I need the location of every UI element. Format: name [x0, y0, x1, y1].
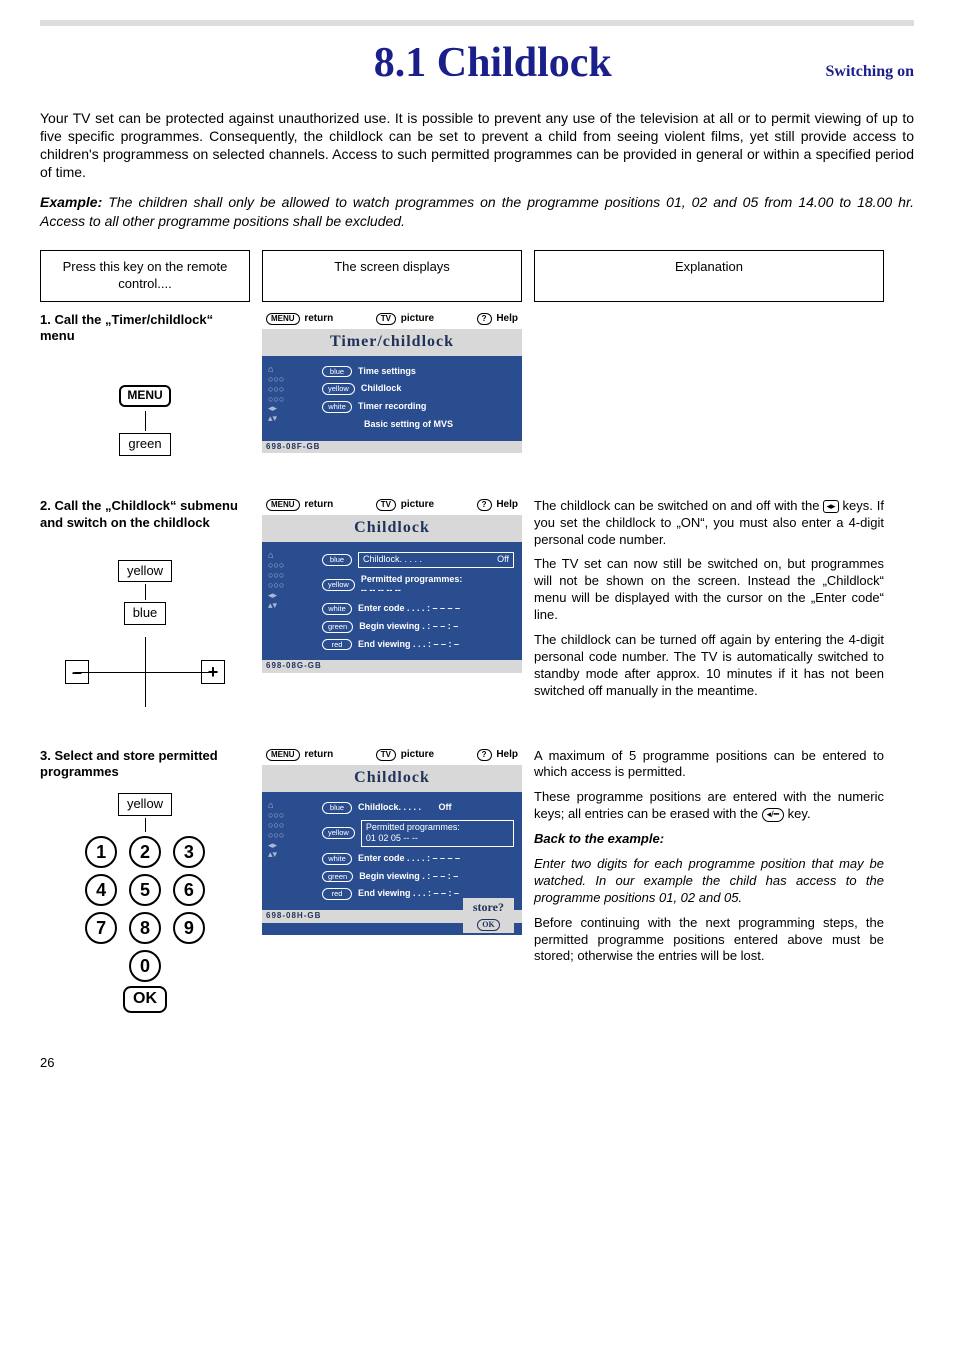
menu-pill: MENU: [266, 313, 300, 325]
osd2-top: MENU return TV picture ? Help: [262, 498, 522, 511]
tv-pill: TV: [376, 313, 396, 325]
minus-key: –: [65, 660, 89, 684]
page-number: 26: [40, 1055, 914, 1072]
remote-diagram-1: MENU green: [40, 355, 250, 457]
numkey-5: 5: [129, 874, 161, 906]
clear-key-icon: ◂/━: [762, 808, 784, 822]
blue-key-label: blue: [124, 602, 167, 625]
help-pill: ?: [477, 313, 492, 325]
osd2-title: Childlock: [262, 515, 522, 542]
remote-glyph-icon: ⌂○○○○○○○○○◂▸▴▾: [268, 801, 310, 921]
numkey-6: 6: [173, 874, 205, 906]
example-text: Example: The children shall only be allo…: [40, 193, 914, 229]
yellow-key-label-2: yellow: [118, 793, 172, 816]
plus-minus-cross: – +: [75, 637, 215, 707]
numkey-9: 9: [173, 912, 205, 944]
example-body: The children shall only be allowed to wa…: [40, 194, 914, 228]
col-screen: The screen displays: [262, 250, 522, 302]
intro-text: Your TV set can be protected against una…: [40, 109, 914, 182]
osd3: Childlock ⌂○○○○○○○○○◂▸▴▾ blueChildlock. …: [262, 765, 522, 935]
remote-glyph-icon: ⌂○○○○○○○○○◂▸▴▾: [268, 551, 310, 671]
osd1: Timer/childlock ⌂○○○○○○○○○◂▸▴▾ blueTime …: [262, 329, 522, 453]
column-headers: Press this key on the remote control....…: [40, 250, 914, 302]
remote-diagram-2: yellow blue – +: [40, 542, 250, 708]
numkey-4: 4: [85, 874, 117, 906]
step1-label: 1. Call the „Timer/childlock“ menu: [40, 312, 250, 346]
menu-key: MENU: [119, 385, 170, 407]
numkey-1: 1: [85, 836, 117, 868]
remote-diagram-3: yellow 1 2 3 4 5 6 7 8 9: [40, 791, 250, 1013]
back-to-example: Back to the example:: [534, 831, 884, 848]
store-prompt: store? OK: [463, 898, 514, 932]
step-2: 2. Call the „Childlock“ submenu and swit…: [40, 498, 914, 708]
ok-key: OK: [123, 986, 167, 1013]
plus-key: +: [201, 660, 225, 684]
yellow-key-label: yellow: [118, 560, 172, 583]
step-3: 3. Select and store permitted programmes…: [40, 748, 914, 1015]
numkey-2: 2: [129, 836, 161, 868]
numkey-7: 7: [85, 912, 117, 944]
numeric-keypad: 1 2 3 4 5 6 7 8 9 0 OK: [40, 834, 250, 1013]
osd3-top: MENU return TV picture ? Help: [262, 748, 522, 761]
numkey-0: 0: [129, 950, 161, 982]
osd3-title: Childlock: [262, 765, 522, 792]
osd1-top: MENU return TV picture ? Help: [262, 312, 522, 325]
numkey-3: 3: [173, 836, 205, 868]
osd2: Childlock ⌂○○○○○○○○○◂▸▴▾ blueChildlock. …: [262, 515, 522, 673]
step3-label: 3. Select and store permitted programmes: [40, 748, 250, 782]
numkey-8: 8: [129, 912, 161, 944]
page-subtitle: Switching on: [826, 62, 914, 91]
green-key-label: green: [119, 433, 170, 456]
explanation-3: A maximum of 5 programme positions can b…: [534, 748, 884, 974]
left-right-icon: ◂▸: [823, 500, 838, 514]
col-explanation: Explanation: [534, 250, 884, 302]
example-label: Example:: [40, 194, 102, 210]
col-remote: Press this key on the remote control....: [40, 250, 250, 302]
osd1-title: Timer/childlock: [262, 329, 522, 356]
store-ok-pill: OK: [477, 919, 499, 931]
page-title: 8.1 Childlock: [160, 36, 826, 91]
step-1: 1. Call the „Timer/childlock“ menu MENU …: [40, 312, 914, 458]
explanation-2: The childlock can be switched on and off…: [534, 498, 884, 708]
remote-glyph-icon: ⌂○○○○○○○○○◂▸▴▾: [268, 365, 310, 485]
step2-label: 2. Call the „Childlock“ submenu and swit…: [40, 498, 250, 532]
title-bar: 8.1 Childlock Switching on: [40, 20, 914, 91]
